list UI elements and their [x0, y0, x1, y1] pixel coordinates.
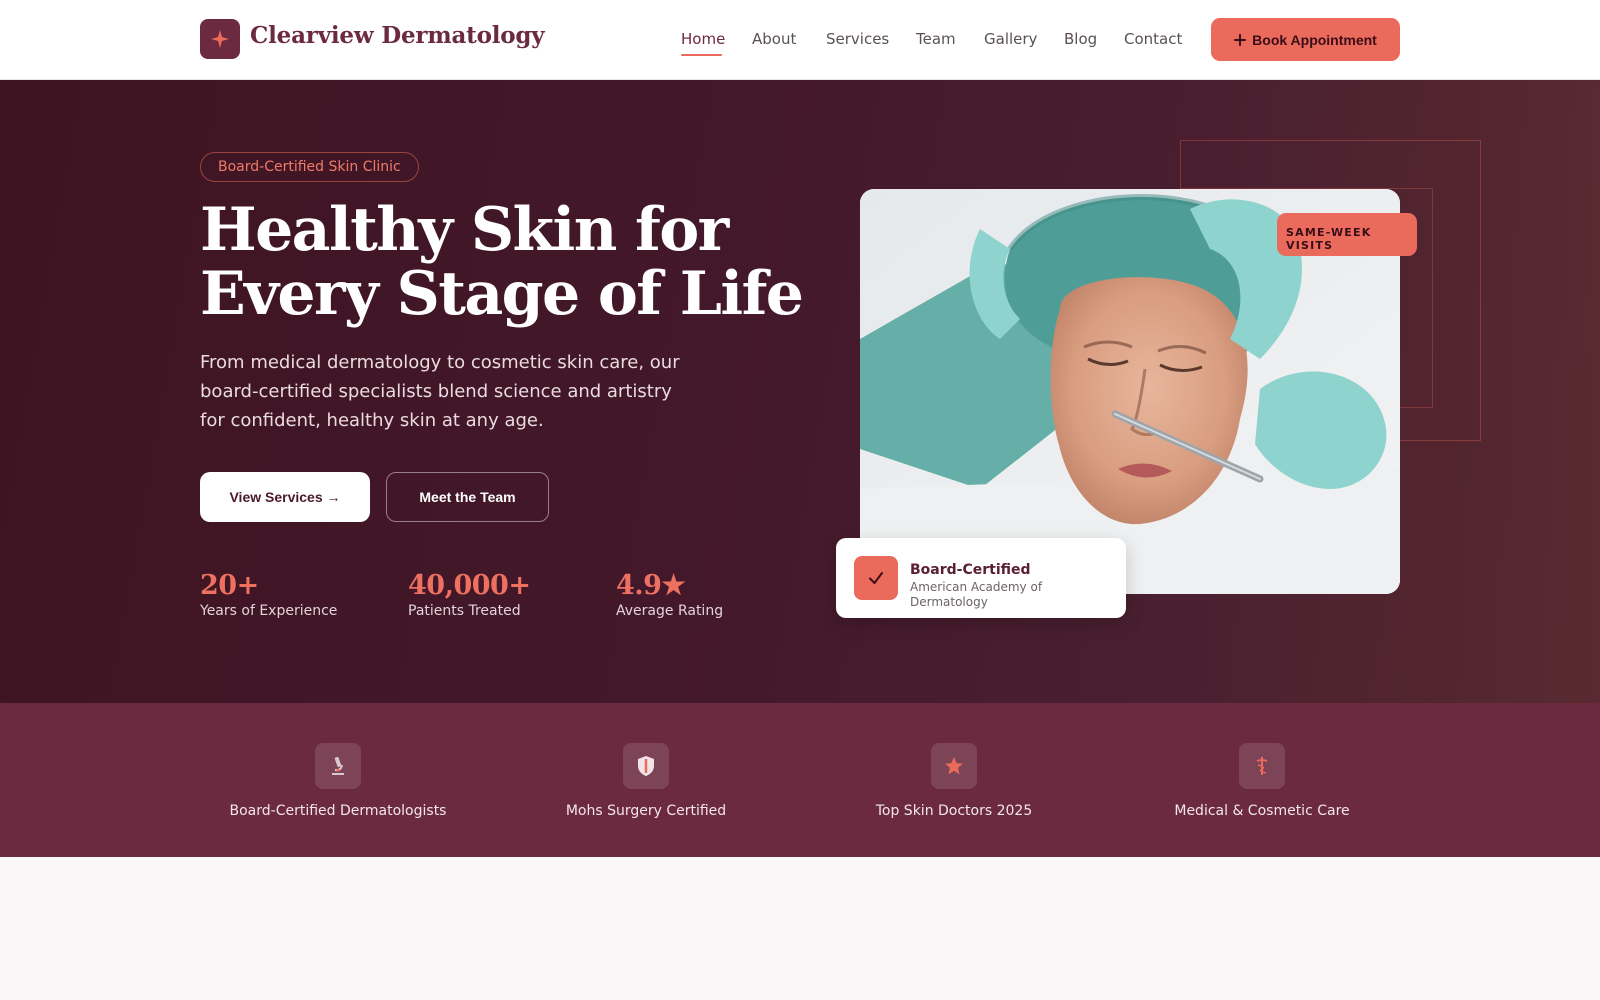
- hero-title-line-1: Healthy Skin for: [200, 195, 729, 265]
- nav-services[interactable]: Services: [826, 30, 889, 48]
- trust-item: Mohs Surgery Certified: [526, 743, 766, 819]
- active-nav-indicator: [681, 54, 722, 56]
- check-icon: [869, 572, 883, 584]
- nav-about[interactable]: About: [752, 30, 796, 48]
- trust-item: Top Skin Doctors 2025: [834, 743, 1074, 819]
- hero-title-line-2: Every Stage of Life: [200, 259, 804, 329]
- cert-subtitle: American Academy of Dermatology: [910, 580, 1043, 609]
- cert-icon-box: [854, 556, 898, 600]
- trust-bar: Board-Certified Dermatologists Mohs Surg…: [0, 703, 1600, 857]
- hero-title: Healthy Skin for Every Stage of Life: [200, 198, 820, 326]
- hero-badge: Board-Certified Skin Clinic: [200, 152, 419, 182]
- page-body-area: [0, 857, 1600, 1000]
- stat-value: 40,000+: [408, 570, 531, 601]
- caduceus-icon: [1256, 757, 1268, 775]
- plus-icon: [1234, 33, 1247, 46]
- nav-team[interactable]: Team: [916, 30, 956, 48]
- microscope-icon: [332, 756, 344, 775]
- trust-item: Board-Certified Dermatologists: [218, 743, 458, 819]
- book-appointment-button[interactable]: Book Appointment: [1211, 18, 1400, 61]
- cert-title: Board-Certified: [910, 562, 1031, 578]
- view-services-button[interactable]: View Services →: [200, 472, 370, 522]
- nav-contact[interactable]: Contact: [1124, 30, 1182, 48]
- same-week-tag-line-2: VISITS: [1286, 239, 1334, 252]
- trust-label: Board-Certified Dermatologists: [229, 803, 447, 819]
- stat-patients: 40,000+ Patients Treated: [408, 570, 531, 619]
- same-week-tag-line-1: SAME-WEEK: [1286, 226, 1372, 239]
- nav-blog[interactable]: Blog: [1064, 30, 1097, 48]
- trust-label: Top Skin Doctors 2025: [875, 803, 1033, 819]
- nav-gallery[interactable]: Gallery: [984, 30, 1037, 48]
- stat-label: Years of Experience: [200, 603, 338, 619]
- book-appointment-label: Book Appointment: [1252, 31, 1377, 48]
- trust-label: Mohs Surgery Certified: [565, 803, 727, 819]
- trust-icon-box: [623, 743, 669, 789]
- stat-label: Patients Treated: [408, 603, 521, 619]
- stat-label: Average Rating: [616, 603, 724, 619]
- stat-rating: 4.9★ Average Rating: [616, 570, 723, 619]
- site-header: Clearview Dermatology Home About Service…: [0, 0, 1600, 80]
- trust-icon-box: [931, 743, 977, 789]
- trust-label: Medical & Cosmetic Care: [1174, 803, 1350, 819]
- meet-the-team-button[interactable]: Meet the Team: [386, 472, 549, 522]
- board-certified-card: Board-Certified American Academy of Derm…: [836, 538, 1126, 618]
- hero-subtitle: From medical dermatology to cosmetic ski…: [200, 352, 680, 431]
- trust-item: Medical & Cosmetic Care: [1142, 743, 1382, 819]
- trust-icon-box: [1239, 743, 1285, 789]
- hero-section: Board-Certified Skin Clinic Healthy Skin…: [0, 80, 1600, 703]
- nav-home[interactable]: Home: [681, 30, 725, 48]
- stat-years: 20+ Years of Experience: [200, 570, 337, 619]
- shield-icon: [638, 756, 654, 776]
- trust-icon-box: [315, 743, 361, 789]
- stat-value: 20+: [200, 570, 259, 601]
- same-week-visits-tag: SAME-WEEK VISITS: [1277, 213, 1417, 256]
- stat-value: 4.9★: [616, 570, 686, 601]
- star-icon: [945, 757, 963, 775]
